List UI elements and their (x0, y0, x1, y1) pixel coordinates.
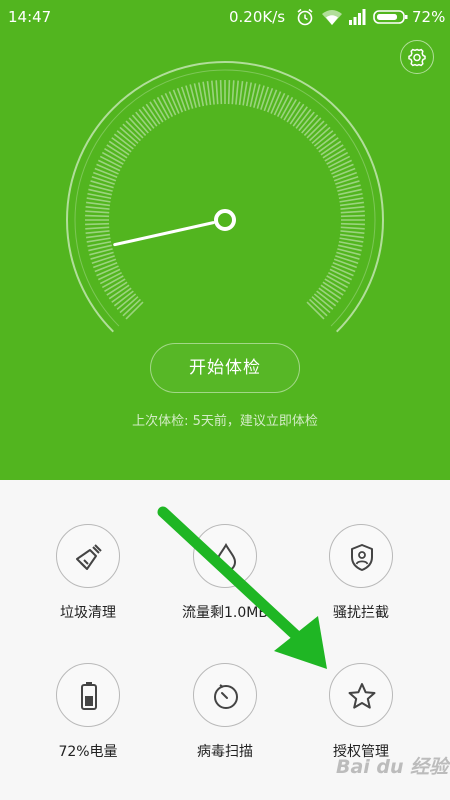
gauge-tick (227, 80, 231, 105)
gauge-tick (266, 89, 278, 113)
gauge-tick (332, 261, 356, 273)
broom-icon (76, 544, 102, 570)
gauge-tick (333, 258, 357, 269)
gauge-tick (94, 167, 118, 179)
gauge-tick (85, 226, 110, 230)
gauge-tick (339, 201, 364, 207)
last-check-text: 上次体检: 5天前，建议立即体检 (132, 414, 318, 429)
gauge-pivot (214, 209, 236, 231)
gauge-ticks (85, 80, 365, 320)
gauge-tick (238, 81, 244, 106)
gauge-tick (242, 81, 248, 106)
gauge-tick (202, 81, 208, 106)
gauge-tick (340, 206, 365, 210)
gauge-tick (340, 210, 365, 214)
tool-virus-scan-label: 病毒扫描 (197, 744, 253, 760)
tool-harassment-block-circle (329, 524, 393, 588)
gauge-tick (85, 210, 110, 214)
tool-data-usage-circle (193, 524, 257, 588)
tool-permission-management-circle (329, 663, 393, 727)
gauge-tick (206, 81, 212, 106)
gauge-tick (215, 80, 219, 105)
gauge-tick (231, 80, 235, 105)
gauge-tick (235, 80, 239, 105)
tool-data-usage-label: 流量剩1.0MB (182, 605, 268, 621)
gauge-tick (93, 258, 117, 269)
gauge-tick (85, 214, 110, 218)
tool-junk-cleanup-circle (56, 524, 120, 588)
gauge-tick (333, 171, 357, 182)
gauge-tick (86, 201, 111, 207)
tool-battery-label: 72%电量 (58, 744, 118, 760)
tool-harassment-block[interactable]: 骚扰拦截 (291, 524, 431, 634)
gauge-needle (113, 221, 215, 247)
gauge-tick (85, 206, 110, 210)
gauge-tick (86, 233, 111, 239)
tool-virus-scan[interactable]: 病毒扫描 (155, 663, 295, 773)
gauge-tick (340, 214, 365, 218)
tool-junk-cleanup[interactable]: 垃圾清理 (18, 524, 158, 634)
tool-battery[interactable]: 72%电量 (18, 663, 158, 773)
watermark: Bai du 经验 (336, 756, 449, 778)
gauge-tick (263, 88, 274, 112)
gauge-tick (86, 237, 111, 243)
gauge-tick (86, 197, 111, 203)
battery-icon (81, 682, 97, 710)
tool-battery-circle (56, 663, 120, 727)
scan-dial-icon (214, 684, 238, 709)
gauge-tick (94, 261, 118, 273)
gauge-tick (339, 237, 364, 243)
tool-virus-scan-circle (193, 663, 257, 727)
water-drop-icon (215, 542, 237, 572)
gauge-tick (339, 233, 364, 239)
gauge-tick (219, 80, 223, 105)
tool-data-usage[interactable]: 流量剩1.0MB (155, 524, 295, 634)
gauge-tick (172, 89, 184, 113)
gauge-tick (332, 167, 356, 179)
shield-user-icon (351, 544, 373, 571)
gauge-tick (85, 230, 110, 234)
gauge-tick (340, 222, 365, 226)
gauge-inner-arc (74, 69, 376, 327)
gauge-tick (176, 88, 187, 112)
gauge-tick (85, 222, 110, 226)
start-checkup-button[interactable]: 开始体检 (150, 343, 300, 393)
gauge-tick (211, 80, 215, 105)
gauge-tick (340, 226, 365, 230)
tool-harassment-block-label: 骚扰拦截 (333, 605, 389, 621)
gauge-tick (93, 171, 117, 182)
gauge-tick (340, 230, 365, 234)
gauge-tick (339, 197, 364, 203)
health-gauge (66, 61, 384, 333)
star-icon (348, 683, 376, 709)
tool-junk-cleanup-label: 垃圾清理 (60, 605, 116, 621)
